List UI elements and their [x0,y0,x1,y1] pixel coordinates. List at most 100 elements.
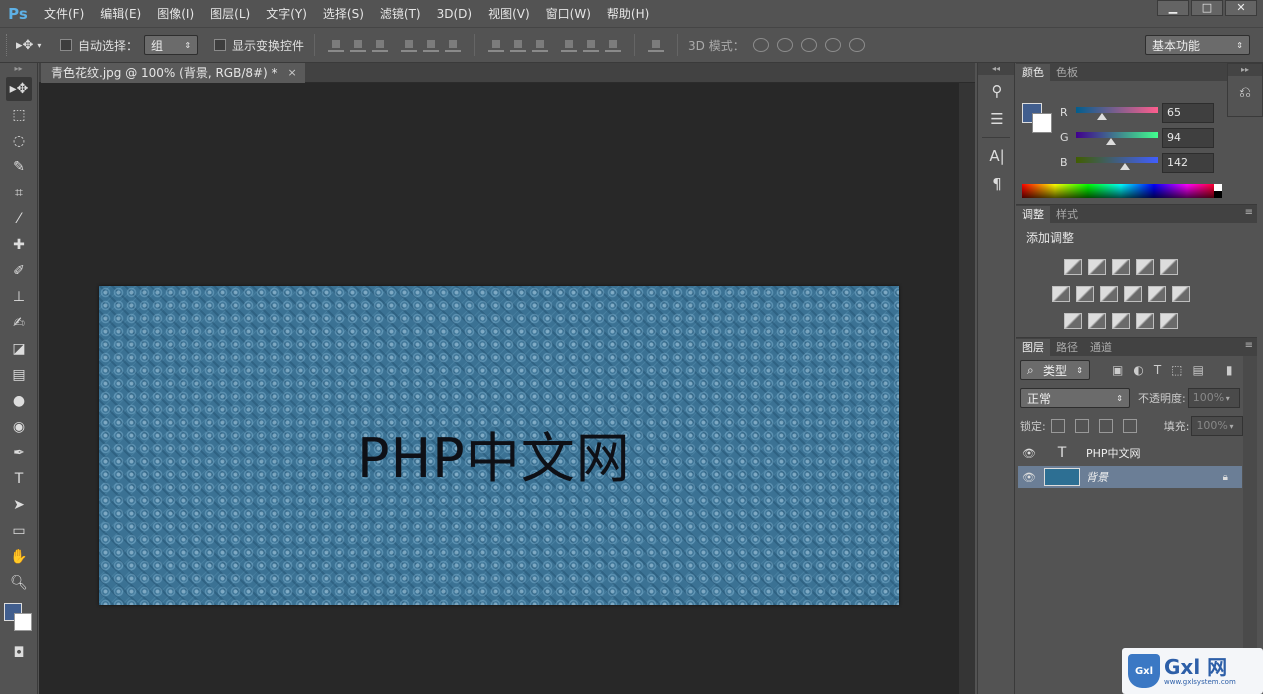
roll-3d-icon[interactable] [776,38,793,52]
black-white-icon[interactable] [1100,286,1118,302]
filter-adjustment-icon[interactable]: ◐ [1133,363,1143,377]
marquee-tool-icon[interactable]: ⬚ [6,103,32,127]
align-left-icon[interactable] [401,38,418,52]
gradient-map-icon[interactable] [1160,313,1178,329]
visibility-eye-icon[interactable]: 👁︎ [1018,447,1040,460]
dock-collapse-icon[interactable]: ◂◂ [978,63,1014,75]
document-canvas[interactable]: PHP中文网 [99,286,899,605]
history-brush-tool-icon[interactable]: ✍ [6,311,32,335]
layer-name[interactable]: 背景 [1086,469,1108,485]
distribute-right-icon[interactable] [605,38,622,52]
tab-paths[interactable]: 路径 [1050,339,1084,356]
canvas-text-layer[interactable]: PHP中文网 [357,414,631,493]
tab-color[interactable]: 颜色 [1016,64,1050,81]
background-color-swatch[interactable] [1032,113,1052,133]
auto-select-dropdown[interactable]: 组 ⇕ [144,35,199,55]
exposure-icon[interactable] [1136,259,1154,275]
paragraph-panel-icon[interactable]: ¶ [982,172,1012,196]
curves-icon[interactable] [1112,259,1130,275]
layer-filter-dropdown[interactable]: ⌕ 类型 ⇕ [1020,360,1090,380]
brush-settings-icon[interactable]: ☰ [982,107,1012,131]
menu-type[interactable]: 文字(Y) [258,5,315,22]
eraser-tool-icon[interactable]: ◪ [6,337,32,361]
history-panel-icon[interactable]: ⎌ [1230,80,1260,104]
chevron-down-icon[interactable]: ▾ [1226,394,1230,403]
fill-field[interactable]: 100% [1191,416,1244,436]
visibility-eye-icon[interactable]: 👁︎ [1018,471,1040,484]
layers-scrollbar[interactable] [1243,356,1257,676]
tab-swatches[interactable]: 色板 [1050,64,1084,81]
photo-filter-icon[interactable] [1124,286,1142,302]
blue-slider[interactable] [1076,157,1158,163]
menu-layer[interactable]: 图层(L) [202,5,258,22]
tab-adjustments[interactable]: 调整 [1016,206,1050,223]
quick-mask-icon[interactable]: ◘ [6,641,32,665]
lock-all-icon[interactable] [1122,419,1137,433]
align-bottom-icon[interactable] [372,38,389,52]
lock-image-icon[interactable] [1074,419,1089,433]
distribute-left-icon[interactable] [561,38,578,52]
layer-row[interactable]: 👁︎ 背景 🔒︎ [1018,466,1242,488]
blur-tool-icon[interactable]: ● [6,389,32,413]
rotate-3d-icon[interactable] [752,38,769,52]
drag-3d-icon[interactable] [800,38,817,52]
green-slider-thumb[interactable] [1106,138,1116,145]
red-slider-thumb[interactable] [1097,113,1107,120]
brush-tool-icon[interactable]: ✐ [6,259,32,283]
color-spectrum-ramp[interactable] [1022,184,1220,198]
green-value-field[interactable]: 94 [1162,128,1214,148]
path-select-tool-icon[interactable]: ➤ [6,493,32,517]
filter-type-icon[interactable]: T [1154,363,1161,377]
document-tab[interactable]: 青色花纹.jpg @ 100% (背景, RGB/8#) * × [41,63,305,83]
gradient-tool-icon[interactable]: ▤ [6,363,32,387]
menu-3d[interactable]: 3D(D) [429,7,480,21]
threshold-icon[interactable] [1112,313,1130,329]
levels-icon[interactable] [1088,259,1106,275]
chevron-down-icon[interactable]: ▾ [1229,422,1233,431]
menu-image[interactable]: 图像(I) [149,5,202,22]
move-tool-icon[interactable]: ▸✥ [6,77,32,101]
dock-collapse-icon[interactable]: ▸▸ [1228,64,1262,76]
options-grip[interactable] [6,34,12,56]
healing-brush-tool-icon[interactable]: ✚ [6,233,32,257]
posterize-icon[interactable] [1088,313,1106,329]
rectangle-tool-icon[interactable]: ▭ [6,519,32,543]
distribute-bottom-icon[interactable] [532,38,549,52]
brush-presets-icon[interactable]: ⚲ [982,79,1012,103]
selective-color-icon[interactable] [1136,313,1154,329]
tab-channels[interactable]: 通道 [1084,339,1118,356]
toolbar-collapse-icon[interactable]: ▸▸ [0,63,37,75]
green-slider[interactable] [1076,132,1158,138]
move-tool-preset-icon[interactable]: ▸✥ ▾ [16,38,50,53]
close-window-button[interactable]: ✕ [1225,0,1257,16]
eyedropper-tool-icon[interactable]: ⁄ [6,207,32,231]
menu-edit[interactable]: 编辑(E) [92,5,149,22]
menu-select[interactable]: 选择(S) [315,5,372,22]
minimize-button[interactable]: ▁ [1157,0,1189,16]
menu-filter[interactable]: 滤镜(T) [372,5,429,22]
lasso-tool-icon[interactable]: ◌ [6,129,32,153]
transform-controls-checkbox[interactable] [214,39,227,51]
scale-3d-icon[interactable] [848,38,865,52]
zoom-tool-icon[interactable]: 🔍︎ [6,571,32,595]
type-tool-icon[interactable]: T [6,467,32,491]
color-lookup-icon[interactable] [1172,286,1190,302]
distribute-top-icon[interactable] [488,38,505,52]
menu-view[interactable]: 视图(V) [480,5,538,22]
auto-select-checkbox[interactable] [60,39,72,51]
red-slider[interactable] [1076,107,1158,113]
distribute-hcenter-icon[interactable] [583,38,600,52]
workspace-dropdown[interactable]: 基本功能 ⇕ [1145,35,1250,55]
brightness-contrast-icon[interactable] [1064,259,1082,275]
filter-pixel-icon[interactable]: ▣ [1112,363,1123,377]
slide-3d-icon[interactable] [824,38,841,52]
dodge-tool-icon[interactable]: ◉ [6,415,32,439]
panel-menu-icon[interactable]: ≡ [1245,207,1253,218]
restore-button[interactable]: □ [1191,0,1223,16]
tab-layers[interactable]: 图层 [1016,339,1050,356]
filter-toggle-icon[interactable]: ▮ [1226,363,1233,377]
clone-stamp-tool-icon[interactable]: ⊥ [6,285,32,309]
channel-mixer-icon[interactable] [1148,286,1166,302]
character-panel-icon[interactable]: A| [982,144,1012,168]
panel-menu-icon[interactable]: ≡ [1245,340,1253,351]
